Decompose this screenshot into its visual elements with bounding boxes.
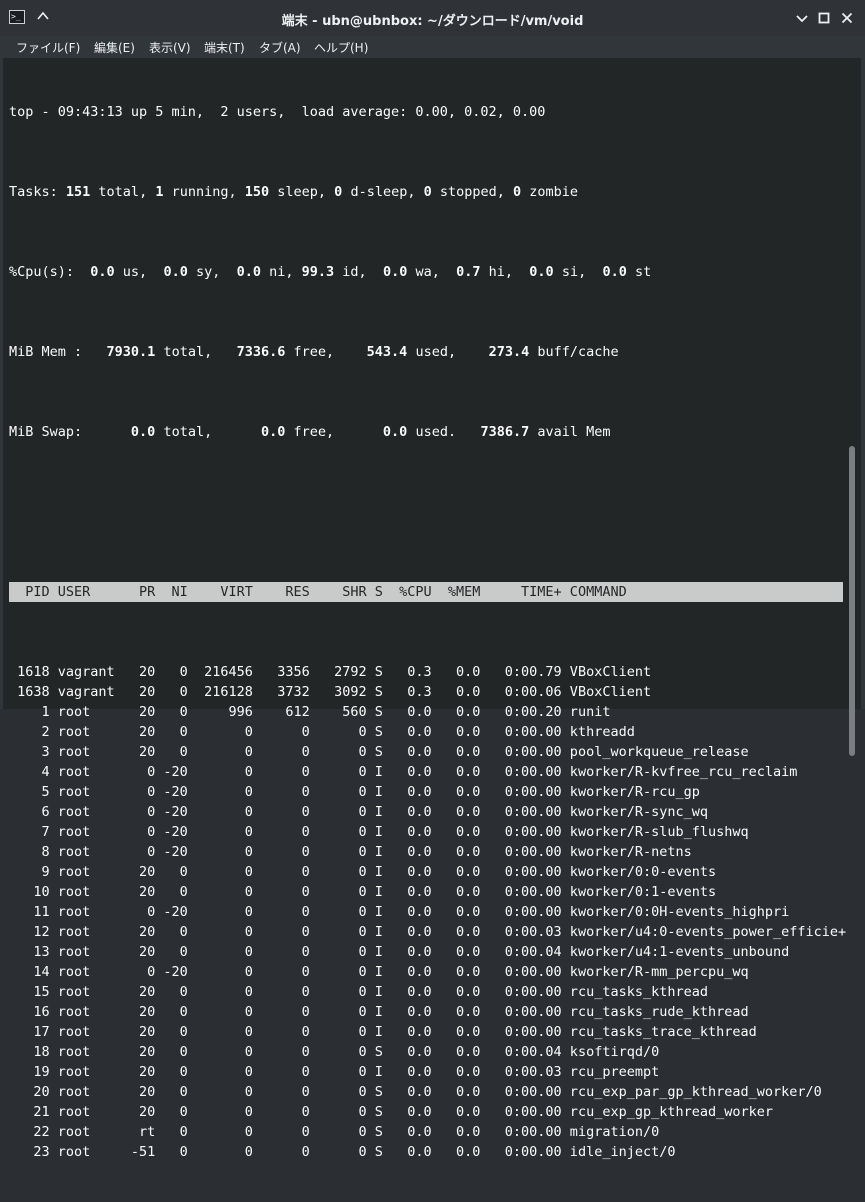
menu-bar: ファイル(F) 編集(E) 表示(V) 端末(T) タブ(A) ヘルプ(H) [0, 36, 865, 58]
cpu-sy: 0.0 [163, 264, 188, 280]
cpu-wa-label: wa, [407, 264, 457, 280]
tasks-dsleep-label: d-sleep, [342, 184, 424, 200]
process-row: 9 root 20 0 0 0 0 I 0.0 0.0 0:00.00 kwor… [9, 864, 717, 880]
cpu-id-label: id, [334, 264, 383, 280]
mem-free-label: free, [285, 344, 367, 360]
process-row: 4 root 0 -20 0 0 0 I 0.0 0.0 0:00.00 kwo… [9, 764, 798, 780]
mem-line: MiB Mem : 7930.1 total, 7336.6 free, 543… [9, 342, 849, 362]
process-row: 13 root 20 0 0 0 0 I 0.0 0.0 0:00.04 kwo… [9, 944, 790, 960]
process-row: 20 root 20 0 0 0 0 S 0.0 0.0 0:00.00 rcu… [9, 1084, 822, 1100]
cpu-si: 0.0 [529, 264, 554, 280]
cpu-label: %Cpu(s): [9, 264, 91, 280]
mem-label: MiB Mem : [9, 344, 107, 360]
tasks-total: 151 [65, 184, 91, 200]
tasks-zombie: 0 [513, 184, 522, 200]
process-row: 23 root -51 0 0 0 0 S 0.0 0.0 0:00.00 id… [9, 1144, 676, 1160]
mem-total: 7930.1 [106, 344, 156, 360]
process-row: 5 root 0 -20 0 0 0 I 0.0 0.0 0:00.00 kwo… [9, 784, 700, 800]
cpu-us: 0.0 [90, 264, 115, 280]
menu-tabs[interactable]: タブ(A) [259, 39, 301, 56]
menu-edit[interactable]: 編集(E) [94, 39, 135, 56]
mem-cache: 273.4 [488, 344, 530, 360]
cpu-st-label: st [626, 264, 652, 280]
process-row: 6 root 0 -20 0 0 0 I 0.0 0.0 0:00.00 kwo… [9, 804, 708, 820]
swap-label: MiB Swap: [9, 424, 131, 440]
process-row: 17 root 20 0 0 0 0 I 0.0 0.0 0:00.00 rcu… [9, 1024, 757, 1040]
terminal-output: top - 09:43:13 up 5 min, 2 users, load a… [9, 62, 849, 1202]
process-row: 15 root 20 0 0 0 0 I 0.0 0.0 0:00.00 rcu… [9, 984, 708, 1000]
cpu-us-label: us, [114, 264, 164, 280]
process-row: 11 root 0 -20 0 0 0 I 0.0 0.0 0:00.00 kw… [9, 904, 790, 920]
close-icon[interactable] [840, 11, 854, 25]
cpu-ni-label: ni, [261, 264, 302, 280]
process-row: 19 root 20 0 0 0 0 I 0.0 0.0 0:00.03 rcu… [9, 1064, 660, 1080]
process-table-header: PID USER PR NI VIRT RES SHR S %CPU %MEM … [9, 582, 843, 602]
tasks-total-label: total, [90, 184, 156, 200]
cpu-hi-label: hi, [480, 264, 530, 280]
swap-line: MiB Swap: 0.0 total, 0.0 free, 0.0 used.… [9, 422, 849, 442]
tasks-sleep: 150 [244, 184, 270, 200]
swap-used: 0.0 [382, 424, 408, 440]
cpu-si-label: si, [553, 264, 603, 280]
cpu-id: 99.3 [301, 264, 335, 280]
scrollbar-thumb[interactable] [849, 446, 855, 756]
top-summary-line: top - 09:43:13 up 5 min, 2 users, load a… [9, 104, 546, 120]
process-row: 16 root 20 0 0 0 0 I 0.0 0.0 0:00.00 rcu… [9, 1004, 749, 1020]
process-row: 12 root 20 0 0 0 0 I 0.0 0.0 0:00.03 kwo… [9, 924, 847, 940]
tasks-running-label: running, [163, 184, 245, 200]
process-row: 10 root 20 0 0 0 0 I 0.0 0.0 0:00.00 kwo… [9, 884, 717, 900]
cpu-sy-label: sy, [187, 264, 237, 280]
process-table-body: 1618 vagrant 20 0 216456 3356 2792 S 0.3… [9, 662, 849, 1162]
tasks-sleep-label: sleep, [269, 184, 335, 200]
swap-free-label: free, [285, 424, 383, 440]
swap-avail: 7386.7 [480, 424, 530, 440]
mem-cache-label: buff/cache [529, 344, 619, 360]
terminal-window: >_ 端末 - ubn@ubnbox: ~/ダウンロード/vm/void ファイ… [0, 0, 865, 1160]
menu-help[interactable]: ヘルプ(H) [314, 39, 368, 56]
mem-used-label: used, [407, 344, 489, 360]
menu-terminal[interactable]: 端末(T) [204, 39, 245, 56]
process-row: 2 root 20 0 0 0 0 S 0.0 0.0 0:00.00 kthr… [9, 724, 635, 740]
cpu-hi: 0.7 [456, 264, 481, 280]
cpu-st: 0.0 [602, 264, 627, 280]
title-bar[interactable]: >_ 端末 - ubn@ubnbox: ~/ダウンロード/vm/void [0, 0, 865, 36]
mem-total-label: total, [155, 344, 237, 360]
process-row: 14 root 0 -20 0 0 0 I 0.0 0.0 0:00.00 kw… [9, 964, 749, 980]
cpu-wa: 0.0 [382, 264, 408, 280]
swap-free: 0.0 [260, 424, 286, 440]
process-row: 3 root 20 0 0 0 0 S 0.0 0.0 0:00.00 pool… [9, 744, 749, 760]
process-row: 1638 vagrant 20 0 216128 3732 3092 S 0.3… [9, 684, 652, 700]
tasks-zombie-label: zombie [521, 184, 579, 200]
tasks-line: Tasks: 151 total, 1 running, 150 sleep, … [9, 182, 849, 202]
tasks-stopped: 0 [423, 184, 432, 200]
mem-free: 7336.6 [236, 344, 286, 360]
swap-total: 0.0 [130, 424, 156, 440]
swap-used-label: used. [407, 424, 481, 440]
menu-file[interactable]: ファイル(F) [16, 39, 80, 56]
tasks-stopped-label: stopped, [431, 184, 514, 200]
cpu-line: %Cpu(s): 0.0 us, 0.0 sy, 0.0 ni, 99.3 id… [9, 262, 849, 282]
process-row: 22 root rt 0 0 0 0 S 0.0 0.0 0:00.00 mig… [9, 1124, 660, 1140]
process-row: 8 root 0 -20 0 0 0 I 0.0 0.0 0:00.00 kwo… [9, 844, 692, 860]
process-row: 1 root 20 0 996 612 560 S 0.0 0.0 0:00.2… [9, 704, 611, 720]
mem-used: 543.4 [366, 344, 408, 360]
swap-total-label: total, [155, 424, 261, 440]
process-row: 21 root 20 0 0 0 0 S 0.0 0.0 0:00.00 rcu… [9, 1104, 774, 1120]
swap-avail-label: avail Mem [529, 424, 611, 440]
maximize-icon[interactable] [817, 11, 831, 25]
process-row: 1618 vagrant 20 0 216456 3356 2792 S 0.3… [9, 664, 652, 680]
menu-view[interactable]: 表示(V) [149, 39, 191, 56]
minimize-icon[interactable] [795, 11, 809, 25]
process-row: 7 root 0 -20 0 0 0 I 0.0 0.0 0:00.00 kwo… [9, 824, 749, 840]
window-title: 端末 - ubn@ubnbox: ~/ダウンロード/vm/void [281, 14, 584, 29]
terminal-area[interactable]: top - 09:43:13 up 5 min, 2 users, load a… [3, 58, 861, 1160]
tasks-label: Tasks: [9, 184, 66, 200]
process-row: 18 root 20 0 0 0 0 S 0.0 0.0 0:00.04 kso… [9, 1044, 660, 1060]
cpu-ni: 0.0 [236, 264, 262, 280]
